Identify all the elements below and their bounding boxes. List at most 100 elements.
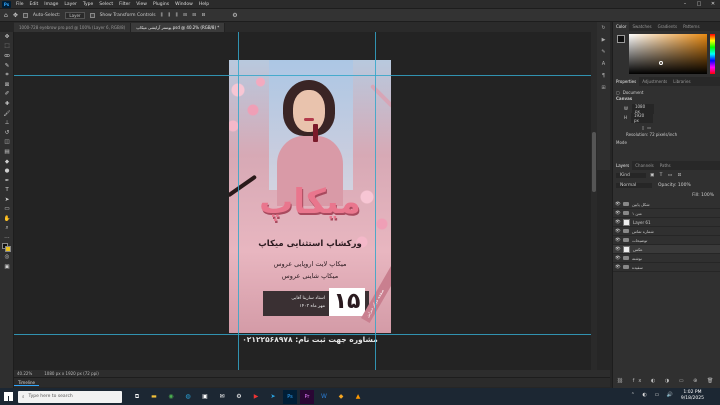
tab-paths[interactable]: Paths (657, 161, 674, 170)
zoom-level[interactable]: 40.22% (17, 371, 32, 376)
hue-slider[interactable] (710, 34, 715, 74)
zoom-tool-icon[interactable]: ⌕ (0, 224, 14, 234)
canvas-area[interactable]: میکاپ ورکشاپ استثنایی میکاپ میکاپ لایت ا… (14, 32, 597, 370)
tab-libraries[interactable]: Libraries (670, 77, 693, 86)
maximize-icon[interactable]: □ (692, 0, 706, 9)
eye-icon[interactable]: 👁 (615, 247, 621, 252)
layer-filter-dropdown[interactable]: Kind (616, 172, 646, 178)
blend-mode-dropdown[interactable]: Normal (616, 182, 652, 188)
opacity-field[interactable]: Opacity: 100% (658, 183, 691, 188)
edge-icon[interactable]: ◍ (181, 390, 195, 404)
eye-icon[interactable]: 👁 (615, 220, 621, 225)
settings-app-icon[interactable]: ⚙ (232, 390, 246, 404)
brush-panel-icon[interactable]: ✎ (597, 46, 610, 58)
screen-mode-icon[interactable]: ▣ (0, 262, 14, 272)
eye-icon[interactable]: 👁 (615, 265, 621, 270)
height-field[interactable]: 1920 px (631, 112, 654, 123)
media-icon[interactable]: ▶ (249, 390, 263, 404)
layer-row[interactable]: 👁 عکس (613, 245, 720, 254)
minimize-icon[interactable]: – (678, 0, 692, 9)
task-view-icon[interactable]: ⧉ (130, 390, 144, 404)
menu-help[interactable]: Help (196, 2, 212, 7)
tab-patterns[interactable]: Patterns (680, 22, 702, 31)
guide-horizontal-top[interactable] (14, 75, 597, 76)
move-tool-icon[interactable]: ✥ (13, 12, 18, 19)
file-explorer-icon[interactable]: ▬ (147, 390, 161, 404)
clock[interactable]: 1:02 PM 9/18/2025 (681, 390, 704, 402)
auto-select-checkbox[interactable] (22, 12, 28, 18)
gradient-tool-icon[interactable]: ▤ (0, 147, 14, 157)
paragraph-panel-icon[interactable]: ¶ (597, 70, 610, 82)
home-icon[interactable]: ⌂ (4, 12, 8, 19)
menu-layer[interactable]: Layer (61, 2, 80, 7)
guide-horizontal-bottom[interactable] (14, 334, 597, 335)
guide-vertical-right[interactable] (375, 32, 376, 370)
fill-field[interactable]: Fill: 100% (692, 193, 714, 198)
fg-bg-swatch[interactable] (617, 35, 625, 43)
quick-select-tool-icon[interactable]: ✎ (0, 61, 14, 71)
tab-makeup-poster[interactable]: پوستر آرایشی میکاپ.psd @ 40.2% (RGB/8) * (131, 23, 226, 32)
auto-select-dropdown[interactable]: Layer (65, 11, 85, 19)
layer-row[interactable]: 👁 شکل پایین (613, 200, 720, 209)
marquee-tool-icon[interactable]: ⬚ (0, 42, 14, 52)
vlc-icon[interactable]: ▲ (351, 390, 365, 404)
taskbar-search[interactable]: ⌕ Type here to search (18, 390, 122, 403)
layer-row[interactable]: 👁 سفیده (613, 263, 720, 272)
eyedropper-tool-icon[interactable]: ✐ (0, 90, 14, 100)
menu-type[interactable]: Type (80, 2, 96, 7)
eye-icon[interactable]: 👁 (615, 211, 621, 216)
more-tools-icon[interactable]: ⋯ (0, 233, 14, 243)
layer-filter-icons[interactable]: ▣ T ▭ ⊡ (650, 173, 683, 178)
character-panel-icon[interactable]: A (597, 58, 610, 70)
tab-eyebrow-doc[interactable]: 1000-728 eyebrow pro.psd @ 100% (Layer 6… (14, 23, 132, 32)
blur-tool-icon[interactable]: ◆ (0, 157, 14, 167)
system-tray-icons[interactable]: ⌃ ◐ ▭ 🔊 (631, 392, 676, 398)
photoshop-taskbar-icon[interactable]: Ps (283, 389, 297, 404)
eye-icon[interactable]: 👁 (615, 202, 621, 207)
tab-properties[interactable]: Properties (613, 77, 640, 86)
menu-filter[interactable]: Filter (116, 2, 133, 7)
layer-row[interactable]: 👁 توضیحات (613, 236, 720, 245)
layer-row[interactable]: 👁 شماره تماس (613, 227, 720, 236)
menu-plugins[interactable]: Plugins (150, 2, 172, 7)
eraser-tool-icon[interactable]: ◫ (0, 138, 14, 148)
tab-channels[interactable]: Channels (632, 161, 657, 170)
shape-tool-icon[interactable]: ▭ (0, 205, 14, 215)
menu-window[interactable]: Window (172, 2, 196, 7)
healing-tool-icon[interactable]: ✚ (0, 99, 14, 109)
move-tool-icon[interactable]: ✥ (0, 32, 14, 42)
brush-tool-icon[interactable]: 🖌 (0, 109, 14, 119)
hand-tool-icon[interactable]: ✋ (0, 214, 14, 224)
chrome-icon[interactable]: ◉ (164, 390, 178, 404)
windows-start-icon[interactable] (4, 392, 13, 401)
word-icon[interactable]: W (317, 390, 331, 404)
menu-image[interactable]: Image (41, 2, 61, 7)
glyphs-panel-icon[interactable]: ⊞ (597, 82, 610, 94)
telegram-icon[interactable]: ➤ (266, 390, 280, 404)
tab-adjustments[interactable]: Adjustments (639, 77, 670, 86)
layers-footer-icons[interactable]: ⛓ fx ◐ ◑ ▭ ⊕ 🗑 (613, 378, 720, 384)
stamp-tool-icon[interactable]: ⊥ (0, 118, 14, 128)
tab-color[interactable]: Color (613, 22, 630, 31)
tab-layers[interactable]: Layers (613, 161, 633, 170)
menu-edit[interactable]: Edit (27, 2, 42, 7)
actions-panel-icon[interactable]: ▶ (597, 34, 610, 46)
menu-file[interactable]: File (13, 2, 27, 7)
premiere-taskbar-icon[interactable]: Pr (300, 389, 314, 404)
crop-tool-icon[interactable]: ⌗ (0, 70, 14, 80)
poster-canvas[interactable]: میکاپ ورکشاپ استثنایی میکاپ میکاپ لایت ا… (229, 60, 391, 333)
orientation-landscape-icon[interactable]: ▭ (647, 125, 651, 130)
history-brush-icon[interactable]: ↺ (0, 128, 14, 138)
scroll-thumb[interactable] (592, 132, 596, 192)
eye-icon[interactable]: 👁 (615, 256, 621, 261)
menu-view[interactable]: View (133, 2, 150, 7)
transform-controls-checkbox[interactable] (89, 12, 95, 18)
dodge-tool-icon[interactable]: ● (0, 166, 14, 176)
lasso-tool-icon[interactable]: ꝏ (0, 51, 14, 61)
guide-vertical-left[interactable] (238, 32, 239, 370)
orientation-portrait-icon[interactable]: ▯ (642, 125, 644, 130)
color-field[interactable] (629, 34, 707, 74)
align-icons[interactable]: ⫼ ⫼ ⫼ ⊟ ⊟ ⊟ (161, 12, 208, 18)
layer-row[interactable]: 👁 Layer 61 (613, 218, 720, 227)
type-tool-icon[interactable]: T (0, 186, 14, 196)
